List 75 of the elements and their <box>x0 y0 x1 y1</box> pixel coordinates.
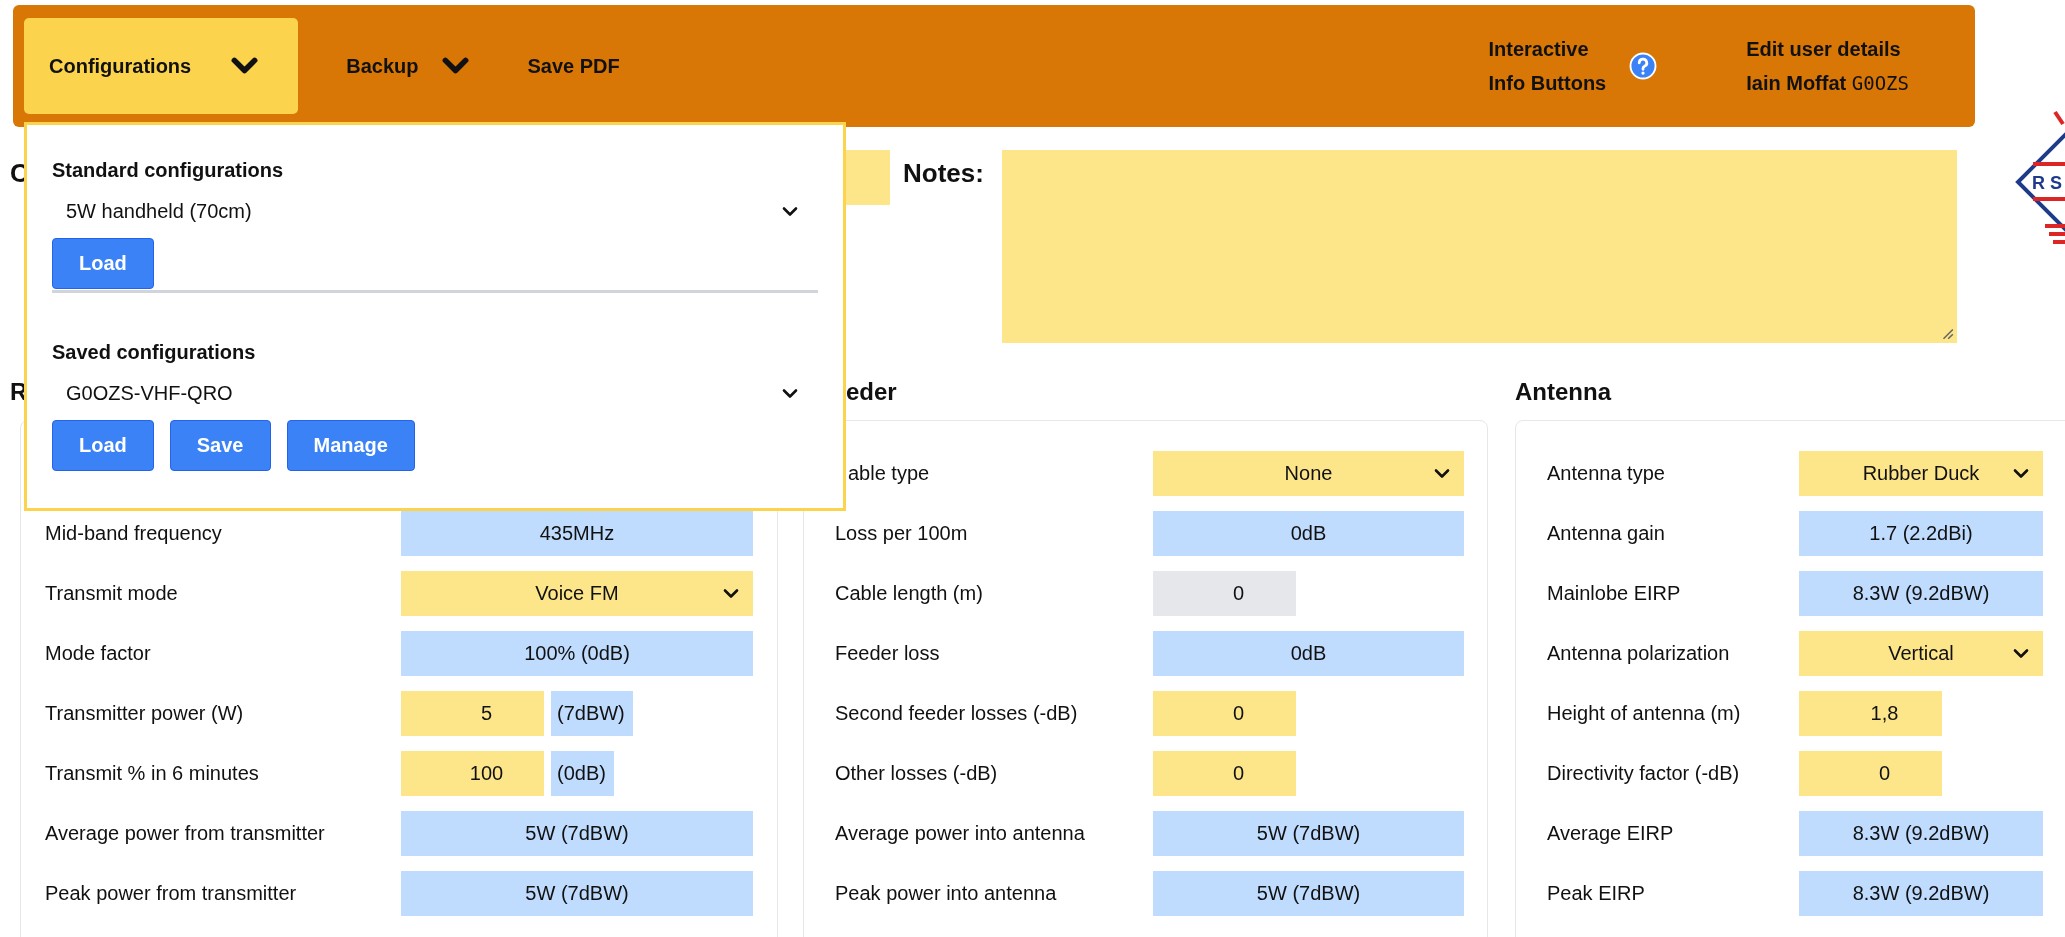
output-field: 0dB <box>1153 511 1464 556</box>
output-field: 5W (7dBW) <box>1153 811 1464 856</box>
select-field[interactable]: Voice FM <box>401 571 753 616</box>
field-label: able type <box>847 462 931 485</box>
menu-button[interactable]: Configurations <box>24 18 299 114</box>
callsign: G0OZS <box>1851 72 1909 94</box>
unit-readout: (0dB) <box>551 751 614 796</box>
field-label: Peak power into antenna <box>834 882 1058 905</box>
action-button[interactable]: Load <box>52 420 154 471</box>
chevron-icon <box>723 588 739 599</box>
configuration-select[interactable]: G0OZS-VHF-QRO <box>52 368 818 418</box>
notes-label: Notes: <box>903 158 984 190</box>
output-field: 1.7 (2.2dBi) <box>1799 511 2043 556</box>
chevron-icon <box>782 205 798 217</box>
notes-field[interactable] <box>1001 150 1957 343</box>
output-field: 8.3W (9.2dBW) <box>1799 871 2043 916</box>
output-field: 435MHz <box>401 511 753 556</box>
field-label: Feeder loss <box>834 642 941 665</box>
input-field[interactable]: 1,8 <box>1799 691 1942 736</box>
unit-readout: (7dBW) <box>551 691 633 736</box>
input-field: 0 <box>1153 571 1296 616</box>
chevron-icon <box>2013 648 2029 659</box>
input-field[interactable]: 0 <box>1799 751 1942 796</box>
section-title: Saved configurations <box>52 341 257 364</box>
field-label: Loss per 100m <box>834 522 969 545</box>
section-heading: Antenna <box>1515 378 1613 407</box>
input-field[interactable]: 0 <box>1153 691 1296 736</box>
field-label: Mode factor <box>44 642 152 665</box>
edit-user-link[interactable]: Edit user details <box>1746 32 1909 66</box>
chevron-icon <box>782 387 798 399</box>
section-title: Standard configurations <box>52 159 285 182</box>
info-buttons-label: Interactive Info Buttons <box>1488 37 1607 96</box>
field-label: Mainlobe EIRP <box>1546 582 1682 605</box>
action-button[interactable]: Manage <box>286 420 415 471</box>
output-field: 0dB <box>1153 631 1464 676</box>
field-label: Antenna type <box>1546 462 1666 485</box>
field-label: Mid-band frequency <box>44 522 223 545</box>
field-label: Average EIRP <box>1546 822 1675 845</box>
select-field[interactable]: Rubber Duck <box>1799 451 2043 496</box>
field-label: Transmit mode <box>44 582 179 605</box>
user-name: Iain Moffat <box>1746 72 1847 94</box>
action-button[interactable]: Load <box>52 238 154 289</box>
output-field: 8.3W (9.2dBW) <box>1799 571 2043 616</box>
help-icon[interactable] <box>1628 51 1659 81</box>
menu-button[interactable]: Backup <box>320 18 496 114</box>
field-label: Other losses (-dB) <box>834 762 999 785</box>
field-label: Height of antenna (m) <box>1546 702 1742 725</box>
section-heading: eder <box>845 378 898 407</box>
logo: R S <box>2015 62 2065 302</box>
field-label: Directivity factor (-dB) <box>1546 762 1741 785</box>
output-field: 5W (7dBW) <box>401 871 753 916</box>
field-label: Transmit % in 6 minutes <box>44 762 260 785</box>
select-field[interactable]: Vertical <box>1799 631 2043 676</box>
output-field: 100% (0dB) <box>401 631 753 676</box>
chevron-icon <box>2013 468 2029 479</box>
input-field[interactable]: 0 <box>1153 751 1296 796</box>
configuration-select[interactable]: 5W handheld (70cm) <box>52 186 818 236</box>
output-field: 5W (7dBW) <box>401 811 753 856</box>
field-label: Peak power from transmitter <box>44 882 298 905</box>
output-field: 5W (7dBW) <box>1153 871 1464 916</box>
menu-button[interactable]: Save PDF <box>501 18 646 114</box>
field-label: Average power from transmitter <box>44 822 326 845</box>
field-label: Cable length (m) <box>834 582 984 605</box>
select-field[interactable]: None <box>1153 451 1464 496</box>
field-label: Second feeder losses (-dB) <box>834 702 1079 725</box>
chevron-icon <box>1434 468 1450 479</box>
input-field[interactable]: 5 <box>401 691 544 736</box>
input-field[interactable]: 100 <box>401 751 544 796</box>
field-label: Peak EIRP <box>1546 882 1646 905</box>
action-button[interactable]: Save <box>169 420 271 471</box>
field-label: Antenna polarization <box>1546 642 1731 665</box>
output-field: 8.3W (9.2dBW) <box>1799 811 2043 856</box>
field-label: Antenna gain <box>1546 522 1666 545</box>
field-label: Average power into antenna <box>834 822 1086 845</box>
field-label: Transmitter power (W) <box>44 702 245 725</box>
